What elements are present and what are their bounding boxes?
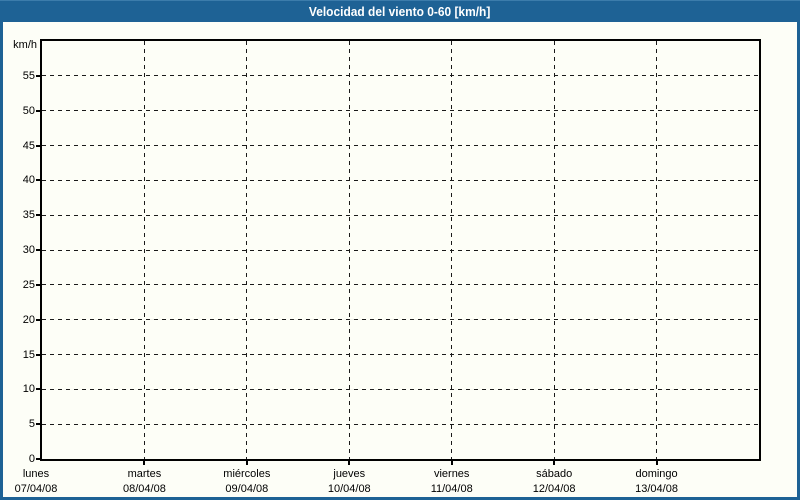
- h-gridline: [42, 423, 759, 425]
- y-axis-tick-label: 45: [22, 139, 35, 152]
- v-gridline: [246, 41, 248, 459]
- chart-title: Velocidad del viento 0-60 [km/h]: [309, 4, 491, 19]
- y-axis-tick: [36, 318, 40, 321]
- h-gridline: [42, 284, 759, 286]
- chart-panel: Velocidad del viento 0-60 [km/h] km/h 0 5…: [0, 0, 800, 500]
- h-gridline: [42, 110, 759, 112]
- x-axis-tick: [348, 461, 351, 465]
- y-axis-tick: [36, 353, 40, 356]
- x-axis-tick: [655, 461, 658, 465]
- v-gridline: [143, 41, 145, 459]
- y-axis-tick: [36, 179, 40, 182]
- y-axis-tick: [36, 458, 40, 460]
- y-axis-tick-label: 20: [22, 313, 35, 326]
- y-axis-tick-label: 55: [22, 69, 35, 82]
- y-axis-unit-label: km/h: [13, 39, 37, 51]
- y-axis-tick-label: 50: [22, 104, 35, 117]
- y-axis-tick-label: 30: [22, 244, 35, 256]
- x-axis-tick: [553, 461, 556, 465]
- h-gridline: [42, 354, 759, 355]
- y-axis-tick-label: 15: [22, 348, 35, 361]
- h-gridline: [42, 249, 759, 251]
- h-gridline: [42, 388, 759, 390]
- v-gridline: [451, 41, 453, 459]
- y-axis-tick-label: 25: [22, 278, 35, 291]
- y-axis-tick: [36, 283, 40, 286]
- y-axis-tick: [36, 144, 40, 147]
- x-axis-tick: [245, 461, 248, 465]
- y-axis-tick: [36, 249, 40, 251]
- y-axis-tick: [36, 214, 40, 217]
- y-axis-tick-label: 5: [28, 418, 35, 431]
- y-axis-tick: [36, 74, 40, 77]
- x-axis-day-label: lunes: [22, 468, 50, 480]
- y-axis-tick: [36, 109, 40, 112]
- h-gridline: [42, 214, 759, 216]
- y-axis-tick-label: 10: [22, 383, 35, 396]
- x-axis-tick: [143, 461, 146, 465]
- x-axis-label: lunes 07/04/08: [0, 467, 96, 497]
- y-axis-tick-label: 0: [28, 453, 35, 465]
- y-axis-tick: [36, 423, 40, 426]
- h-gridline: [42, 319, 759, 321]
- x-axis-day-label: domingo: [635, 468, 678, 480]
- title-bar: Velocidad del viento 0-60 [km/h]: [0, 0, 800, 22]
- x-axis-label: domingo 13/04/08: [597, 467, 717, 497]
- x-axis-date-label: 07/04/08: [14, 483, 58, 495]
- y-axis-tick: [36, 388, 40, 391]
- h-gridline: [42, 145, 759, 146]
- plot-area: [40, 39, 761, 461]
- v-gridline: [656, 41, 658, 459]
- y-axis-tick-label: 40: [22, 174, 35, 187]
- v-gridline: [348, 41, 350, 459]
- h-gridline: [42, 179, 759, 181]
- v-gridline: [553, 41, 555, 459]
- x-axis-tick: [450, 461, 453, 465]
- x-axis-date-label: 13/04/08: [635, 483, 678, 495]
- h-gridline: [42, 75, 759, 77]
- y-axis-tick-label: 35: [22, 209, 35, 222]
